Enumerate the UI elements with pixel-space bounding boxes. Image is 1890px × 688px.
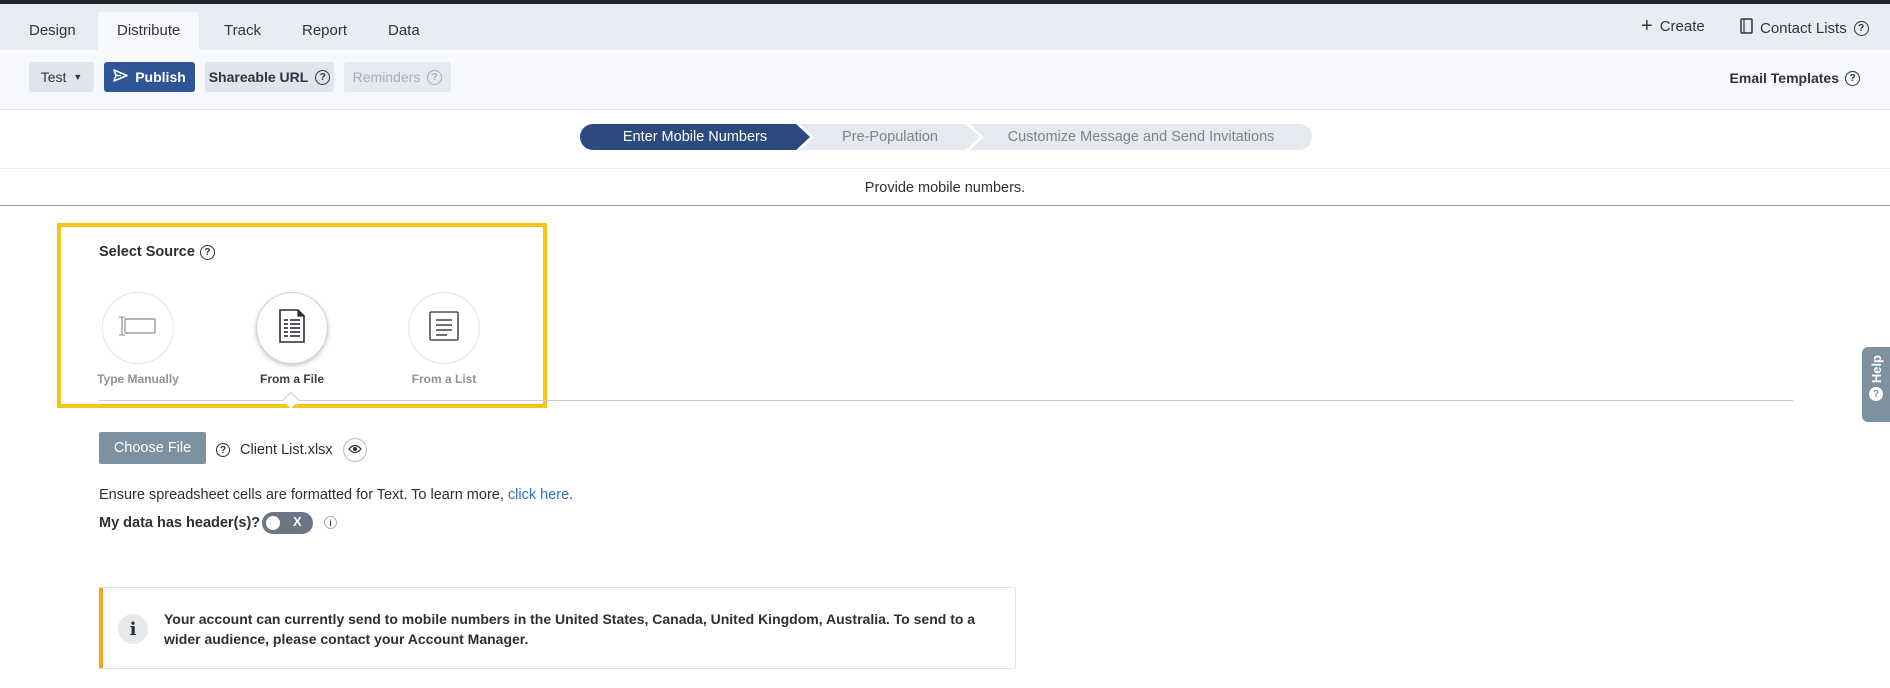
publish-button[interactable]: Publish <box>104 62 195 92</box>
source-from-file[interactable] <box>256 292 328 364</box>
help-circle-icon[interactable]: ? <box>1853 20 1869 36</box>
page-subheading: Provide mobile numbers. <box>0 170 1890 206</box>
learn-more-link[interactable]: click here <box>508 487 569 503</box>
file-name: Client List.xlsx <box>240 442 333 458</box>
tab-label: Design <box>29 22 76 39</box>
step-progress: Enter Mobile Numbers Pre-Population Cust… <box>0 111 1890 169</box>
plus-icon: + <box>1641 15 1653 37</box>
step-customize-message[interactable]: Customize Message and Send Invitations <box>970 124 1312 150</box>
source-type-manually[interactable] <box>102 292 174 364</box>
help-tab[interactable]: Help ? <box>1862 347 1890 422</box>
address-book-icon <box>1740 18 1753 38</box>
format-hint: Ensure spreadsheet cells are formatted f… <box>99 487 573 503</box>
preview-eye-button[interactable] <box>342 438 367 462</box>
create-label: Create <box>1659 18 1705 35</box>
source-type-manually-label: Type Manually <box>97 372 179 386</box>
contact-lists-label: Contact Lists <box>1760 19 1847 37</box>
file-info: ? Client List.xlsx <box>216 438 367 462</box>
reminders-label: Reminders <box>352 69 421 85</box>
info-icon: i <box>118 614 148 644</box>
tab-design[interactable]: Design <box>10 12 95 50</box>
step-pre-population[interactable]: Pre-Population <box>800 124 980 150</box>
email-templates-link[interactable]: Email Templates ? <box>1730 70 1860 86</box>
help-circle-icon: ? <box>315 69 331 85</box>
tab-data[interactable]: Data <box>369 12 439 50</box>
help-circle-icon: ? <box>1869 387 1883 402</box>
eye-icon <box>347 442 362 458</box>
source-from-list-label: From a List <box>411 372 477 386</box>
tab-track[interactable]: Track <box>205 12 280 50</box>
header-toggle[interactable]: X <box>262 512 313 534</box>
send-icon <box>113 69 129 85</box>
step-label: Pre-Population <box>842 129 938 145</box>
select-source-label: Select Source <box>99 244 195 260</box>
shareable-url-label: Shareable URL <box>208 69 309 85</box>
info-icon[interactable]: i <box>324 516 337 529</box>
tab-label: Report <box>302 22 348 39</box>
step-enter-mobile-numbers[interactable]: Enter Mobile Numbers <box>580 124 810 150</box>
help-circle-icon: ? <box>1845 70 1860 86</box>
distribute-toolbar: Test ▼ Publish Shareable URL ? Reminders… <box>0 50 1890 110</box>
tab-distribute[interactable]: Distribute <box>98 12 200 50</box>
step-label: Customize Message and Send Invitations <box>1007 129 1275 145</box>
toggle-off-label: X <box>293 514 302 529</box>
publish-label: Publish <box>135 69 186 85</box>
test-dropdown-button[interactable]: Test ▼ <box>29 62 94 92</box>
help-circle-icon[interactable]: ? <box>199 244 215 260</box>
tab-label: Track <box>224 22 261 39</box>
create-button[interactable]: + Create <box>1641 15 1705 37</box>
email-templates-label: Email Templates <box>1729 70 1839 86</box>
help-circle-icon[interactable]: ? <box>216 443 230 457</box>
help-circle-icon: ? <box>427 69 443 85</box>
format-hint-text: Ensure spreadsheet cells are formatted f… <box>99 487 508 503</box>
reminders-button[interactable]: Reminders ? <box>344 62 451 92</box>
list-icon <box>429 310 459 346</box>
select-source-title: Select Source ? <box>99 244 215 260</box>
help-tab-content: Help ? <box>1868 355 1884 415</box>
choose-file-button[interactable]: Choose File <box>99 432 206 464</box>
contact-lists-button[interactable]: Contact Lists ? <box>1740 18 1869 38</box>
main-nav: Design Distribute Track Report Data + Cr… <box>0 4 1890 50</box>
tab-report[interactable]: Report <box>283 12 366 50</box>
coverage-notice: i Your account can currently send to mob… <box>99 587 1016 669</box>
subheading-text: Provide mobile numbers. <box>864 180 1026 196</box>
spreadsheet-file-icon <box>278 308 306 348</box>
step-label: Enter Mobile Numbers <box>622 129 768 145</box>
test-label: Test <box>40 69 67 85</box>
tab-label: Distribute <box>117 22 181 39</box>
notice-text: Your account can currently send to mobil… <box>164 611 976 647</box>
header-question: My data has header(s)? <box>99 515 261 531</box>
help-label: Help <box>1868 355 1884 384</box>
source-from-file-label: From a File <box>259 372 324 386</box>
toggle-knob <box>266 516 280 530</box>
format-hint-end: . <box>569 487 574 503</box>
text-input-icon <box>117 314 159 343</box>
caret-down-icon: ▼ <box>73 72 83 82</box>
choose-file-label: Choose File <box>113 440 192 456</box>
tab-label: Data <box>388 22 420 39</box>
source-from-list[interactable] <box>408 292 480 364</box>
source-divider <box>99 400 1793 401</box>
shareable-url-button[interactable]: Shareable URL ? <box>205 62 334 92</box>
